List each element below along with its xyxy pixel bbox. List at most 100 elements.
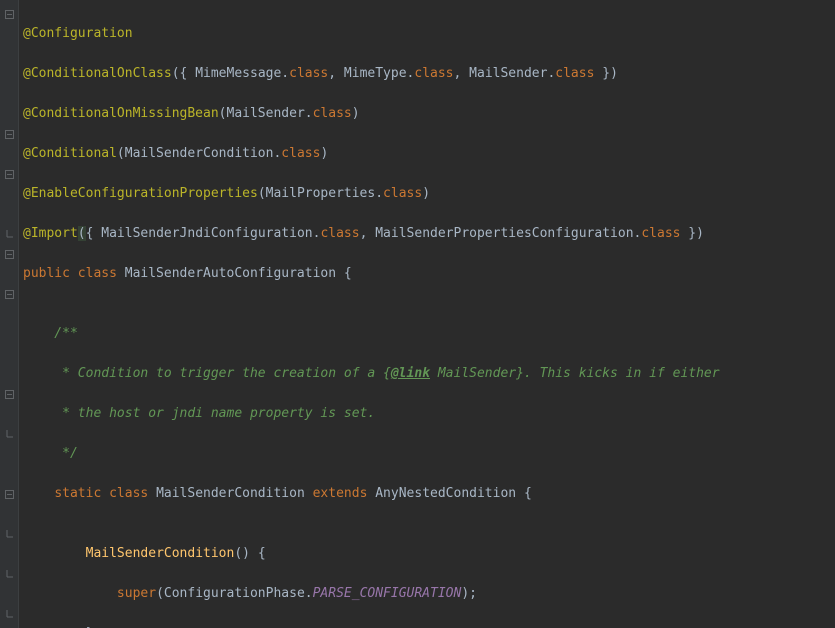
fold-toggle[interactable]	[0, 564, 18, 584]
indent	[23, 586, 117, 601]
code-line[interactable]: */	[23, 444, 720, 464]
fold-toggle[interactable]	[0, 384, 18, 404]
gutter-blank	[0, 544, 18, 564]
gutter-blank	[0, 24, 18, 44]
keyword: class	[555, 66, 594, 81]
gutter-blank	[0, 184, 18, 204]
fold-toggle[interactable]	[0, 164, 18, 184]
fold-toggle[interactable]	[0, 244, 18, 264]
code-line[interactable]: @ConditionalOnClass({ MimeMessage.class,…	[23, 64, 720, 84]
punct: .	[281, 66, 289, 81]
indent	[23, 486, 54, 501]
type-ref: MailSender	[469, 66, 547, 81]
code-line[interactable]: /**	[23, 324, 720, 344]
keyword: class	[641, 226, 680, 241]
annotation: @Import	[23, 226, 78, 241]
gutter-blank	[0, 104, 18, 124]
gutter-blank	[0, 44, 18, 64]
type-ref: MimeType	[344, 66, 407, 81]
javadoc: * Condition to trigger the creation of a…	[23, 366, 391, 381]
fold-toggle[interactable]	[0, 124, 18, 144]
fold-toggle[interactable]	[0, 604, 18, 624]
punct: })	[594, 66, 617, 81]
punct: (ConfigurationPhase.	[156, 586, 313, 601]
code-line[interactable]: @ConditionalOnMissingBean(MailSender.cla…	[23, 104, 720, 124]
fold-toggle[interactable]	[0, 484, 18, 504]
keyword: static class	[54, 486, 156, 501]
type-ref: AnyNestedCondition {	[375, 486, 532, 501]
gutter-blank	[0, 444, 18, 464]
javadoc: /**	[23, 326, 78, 341]
javadoc: }. This kicks in if either	[516, 366, 720, 381]
punct: .	[305, 106, 313, 121]
keyword: class	[289, 66, 328, 81]
fold-toggle[interactable]	[0, 224, 18, 244]
code-line[interactable]: @Configuration	[23, 24, 720, 44]
gutter-blank	[0, 464, 18, 484]
keyword: super	[117, 586, 156, 601]
code-line[interactable]: * the host or jndi name property is set.	[23, 404, 720, 424]
type-ref: MailSenderCondition	[125, 146, 274, 161]
fold-toggle[interactable]	[0, 4, 18, 24]
code-line[interactable]: MailSenderCondition() {	[23, 544, 720, 564]
type-ref: MimeMessage	[195, 66, 281, 81]
code-line[interactable]: super(ConfigurationPhase.PARSE_CONFIGURA…	[23, 584, 720, 604]
type-ref: MailSender	[227, 106, 305, 121]
punct: ,	[328, 66, 344, 81]
type-ref: MailSenderJndiConfiguration	[101, 226, 312, 241]
class-name: MailSenderCondition	[156, 486, 313, 501]
keyword: class	[313, 106, 352, 121]
gutter-blank	[0, 404, 18, 424]
javadoc: * the host or jndi name property is set.	[23, 406, 375, 421]
code-line[interactable]: * Condition to trigger the creation of a…	[23, 364, 720, 384]
punct: () {	[234, 546, 265, 561]
gutter-blank	[0, 64, 18, 84]
indent	[23, 546, 86, 561]
gutter-blank	[0, 304, 18, 324]
code-line[interactable]: @Import({ MailSenderJndiConfiguration.cl…	[23, 224, 720, 244]
punct: {	[86, 226, 102, 241]
keyword: class	[320, 226, 359, 241]
gutter-blank	[0, 84, 18, 104]
gutter-blank	[0, 364, 18, 384]
type-ref: MailSenderPropertiesConfiguration	[375, 226, 633, 241]
punct: (	[219, 106, 227, 121]
keyword: class	[281, 146, 320, 161]
fold-toggle[interactable]	[0, 424, 18, 444]
keyword: extends	[313, 486, 376, 501]
punct: (	[258, 186, 266, 201]
punct: )	[352, 106, 360, 121]
gutter-blank	[0, 204, 18, 224]
punct: (	[78, 226, 86, 241]
gutter-blank	[0, 264, 18, 284]
punct: (	[117, 146, 125, 161]
type-ref: MailProperties	[266, 186, 376, 201]
enum-constant: PARSE_CONFIGURATION	[313, 586, 462, 601]
code-editor[interactable]: @Configuration @ConditionalOnClass({ Mim…	[0, 0, 835, 628]
class-name: MailSenderAutoConfiguration {	[125, 266, 352, 281]
code-line[interactable]: @EnableConfigurationProperties(MailPrope…	[23, 184, 720, 204]
fold-toggle[interactable]	[0, 524, 18, 544]
code-line[interactable]: public class MailSenderAutoConfiguration…	[23, 264, 720, 284]
punct: })	[680, 226, 703, 241]
javadoc: */	[23, 446, 78, 461]
keyword: class	[414, 66, 453, 81]
punct: ({	[172, 66, 195, 81]
punct: ,	[454, 66, 470, 81]
code-line[interactable]: @Conditional(MailSenderCondition.class)	[23, 144, 720, 164]
gutter-blank	[0, 144, 18, 164]
javadoc: MailSender	[430, 366, 516, 381]
gutter	[0, 0, 19, 628]
punct: );	[461, 586, 477, 601]
code-line[interactable]: }	[23, 624, 720, 628]
code-line[interactable]: static class MailSenderCondition extends…	[23, 484, 720, 504]
gutter-blank	[0, 504, 18, 524]
punct: .	[375, 186, 383, 201]
fold-toggle[interactable]	[0, 284, 18, 304]
code-area[interactable]: @Configuration @ConditionalOnClass({ Mim…	[19, 0, 720, 628]
gutter-blank	[0, 324, 18, 344]
punct: )	[320, 146, 328, 161]
annotation: @Conditional	[23, 146, 117, 161]
javadoc-tag: @link	[391, 366, 430, 381]
punct: )	[422, 186, 430, 201]
